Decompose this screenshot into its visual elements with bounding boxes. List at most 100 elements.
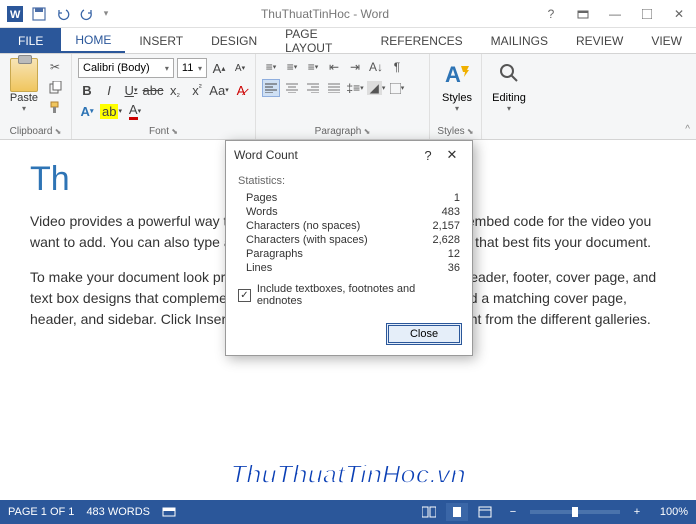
tab-home[interactable]: HOME: [61, 28, 125, 53]
ribbon-display-icon[interactable]: [570, 3, 596, 25]
show-marks-icon[interactable]: ¶: [388, 58, 406, 76]
bullets-icon[interactable]: ≡▾: [262, 58, 280, 76]
tab-page-layout[interactable]: PAGE LAYOUT: [271, 28, 366, 53]
styles-label: Styles: [442, 92, 472, 104]
zoom-level[interactable]: 100%: [654, 506, 688, 518]
editing-button[interactable]: Editing ▾: [488, 58, 530, 113]
stat-words: Words483: [238, 205, 460, 219]
sort-icon[interactable]: A↓: [367, 58, 385, 76]
strikethrough-button[interactable]: abc: [144, 81, 162, 99]
tab-references[interactable]: REFERENCES: [367, 28, 477, 53]
stat-value: 12: [448, 248, 460, 260]
print-layout-icon[interactable]: [446, 503, 468, 521]
font-group-label: Font: [78, 125, 249, 137]
zoom-slider[interactable]: [530, 510, 620, 514]
text-effects-icon[interactable]: A▾: [78, 102, 96, 120]
superscript-button[interactable]: x²: [188, 81, 206, 99]
line-spacing-icon[interactable]: ‡≡▾: [346, 79, 364, 97]
language-indicator[interactable]: [162, 505, 176, 520]
highlight-icon[interactable]: ab▾: [100, 102, 122, 120]
borders-icon[interactable]: ▾: [388, 79, 406, 97]
stat-label: Lines: [246, 262, 272, 274]
shading-icon[interactable]: ◢▾: [367, 79, 385, 97]
paste-icon: [10, 58, 38, 92]
font-name-value: Calibri (Body): [83, 62, 150, 74]
font-size-value: 11: [182, 62, 193, 74]
zoom-out-icon[interactable]: −: [502, 503, 524, 521]
align-right-icon[interactable]: [304, 79, 322, 97]
include-textboxes-label: Include textboxes, footnotes and endnote…: [257, 283, 460, 307]
font-size-combo[interactable]: 11▾: [177, 58, 207, 78]
statistics-label: Statistics:: [238, 175, 460, 187]
qat-dropdown-icon[interactable]: ▾: [100, 3, 112, 25]
redo-icon[interactable]: [76, 3, 98, 25]
include-textboxes-checkbox[interactable]: ✓: [238, 289, 251, 302]
editing-label: Editing: [492, 92, 526, 104]
tab-design[interactable]: DESIGN: [197, 28, 271, 53]
paragraph-group-label: Paragraph: [262, 125, 423, 137]
stat-label: Words: [246, 206, 278, 218]
tab-view[interactable]: VIEW: [637, 28, 696, 53]
paste-label: Paste: [10, 92, 38, 104]
align-center-icon[interactable]: [283, 79, 301, 97]
tab-insert[interactable]: INSERT: [125, 28, 197, 53]
word-count-indicator[interactable]: 483 WORDS: [86, 506, 150, 518]
save-icon[interactable]: [28, 3, 50, 25]
subscript-button[interactable]: x₂: [166, 81, 184, 99]
clear-formatting-icon[interactable]: A̷: [232, 81, 250, 99]
bold-button[interactable]: B: [78, 81, 96, 99]
read-mode-icon[interactable]: [418, 503, 440, 521]
close-button[interactable]: Close: [386, 323, 462, 345]
stat-label: Paragraphs: [246, 248, 303, 260]
underline-button[interactable]: U▾: [122, 81, 140, 99]
dialog-help-icon[interactable]: ?: [416, 148, 440, 163]
zoom-thumb[interactable]: [572, 507, 578, 517]
maximize-icon[interactable]: [634, 3, 660, 25]
title-bar: W ▾ ThuThuatTinHoc - Word ? — ✕: [0, 0, 696, 28]
undo-icon[interactable]: [52, 3, 74, 25]
stat-label: Characters (no spaces): [246, 220, 360, 232]
stat-pages: Pages1: [238, 191, 460, 205]
tab-mailings[interactable]: MAILINGS: [477, 28, 562, 53]
grow-font-icon[interactable]: A▴: [210, 59, 228, 77]
increase-indent-icon[interactable]: ⇥: [346, 58, 364, 76]
stat-lines: Lines36: [238, 261, 460, 275]
numbering-icon[interactable]: ≡▾: [283, 58, 301, 76]
align-left-icon[interactable]: [262, 79, 280, 97]
dialog-title: Word Count: [234, 148, 416, 162]
stat-value: 1: [454, 192, 460, 204]
word-icon[interactable]: W: [4, 3, 26, 25]
font-color-icon[interactable]: A▾: [126, 102, 144, 120]
collapse-ribbon-icon[interactable]: ^: [685, 124, 690, 135]
copy-icon[interactable]: [45, 78, 65, 96]
close-icon[interactable]: ✕: [666, 3, 692, 25]
decrease-indent-icon[interactable]: ⇤: [325, 58, 343, 76]
tab-review[interactable]: REVIEW: [562, 28, 637, 53]
multilevel-icon[interactable]: ≡▾: [304, 58, 322, 76]
svg-text:W: W: [10, 9, 21, 21]
stat-chars-with-spaces: Characters (with spaces)2,628: [238, 233, 460, 247]
styles-button[interactable]: A Styles ▾: [436, 58, 478, 113]
font-name-combo[interactable]: Calibri (Body)▾: [78, 58, 174, 78]
tab-file[interactable]: FILE: [0, 28, 61, 53]
status-bar: PAGE 1 OF 1 483 WORDS − + 100%: [0, 500, 696, 524]
page-indicator[interactable]: PAGE 1 OF 1: [8, 506, 74, 518]
stat-value: 2,628: [432, 234, 460, 246]
italic-button[interactable]: I: [100, 81, 118, 99]
quick-access-toolbar: W ▾: [4, 3, 112, 25]
styles-group-label: Styles: [436, 125, 475, 137]
paste-button[interactable]: Paste ▾: [6, 58, 42, 113]
change-case-icon[interactable]: Aa▾: [210, 81, 228, 99]
zoom-in-icon[interactable]: +: [626, 503, 648, 521]
justify-icon[interactable]: [325, 79, 343, 97]
dialog-close-icon[interactable]: ✕: [440, 147, 464, 163]
web-layout-icon[interactable]: [474, 503, 496, 521]
minimize-icon[interactable]: —: [602, 3, 628, 25]
window-controls: ? — ✕: [538, 3, 692, 25]
help-icon[interactable]: ?: [538, 3, 564, 25]
format-painter-icon[interactable]: [45, 98, 65, 116]
cut-icon[interactable]: ✂: [45, 58, 65, 76]
ribbon: Paste ▾ ✂ Clipboard Calibri (Body)▾ 11▾ …: [0, 54, 696, 140]
shrink-font-icon[interactable]: A▾: [231, 59, 249, 77]
stat-value: 2,157: [432, 220, 460, 232]
